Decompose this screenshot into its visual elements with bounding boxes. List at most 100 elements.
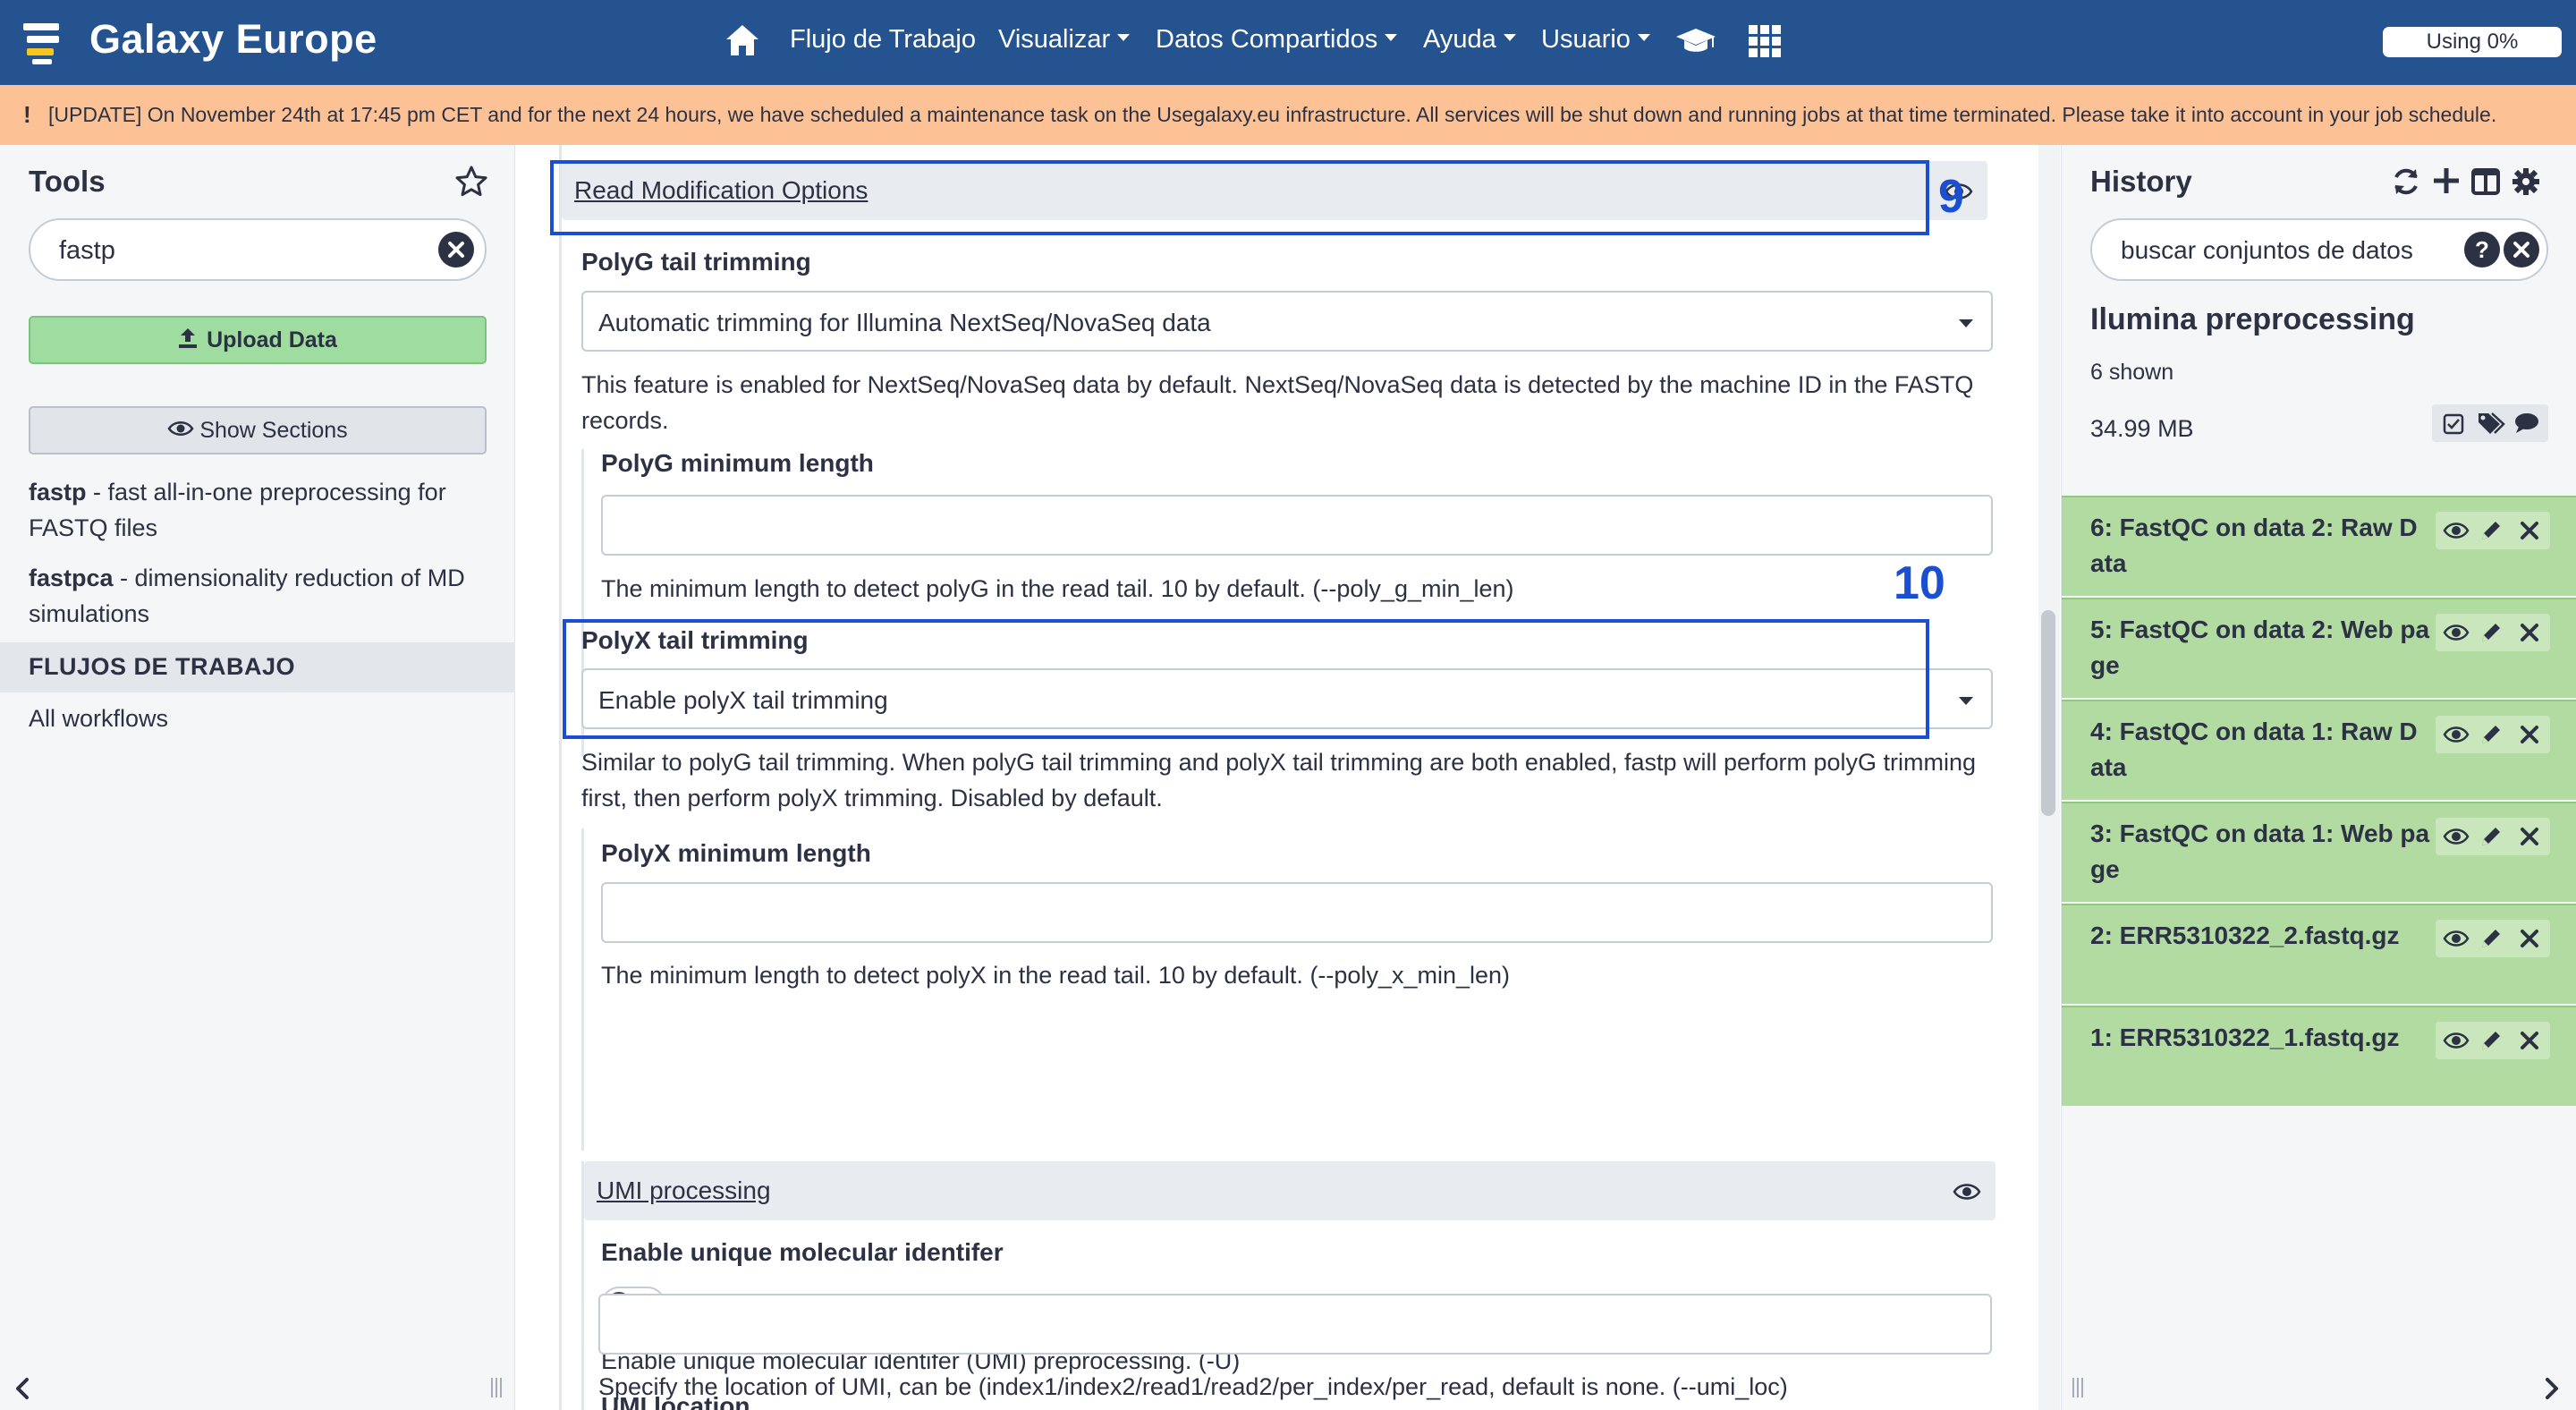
polyx-trimming-help: Similar to polyG tail trimming. When pol… — [581, 749, 1977, 811]
annotation-box-9 — [550, 160, 1929, 235]
dataset-title[interactable]: 5: FastQC on data 2: Web page — [2090, 612, 2430, 684]
annotation-number-9: 9 — [1938, 171, 1964, 223]
all-workflows-link[interactable]: All workflows — [29, 705, 168, 733]
history-search-input[interactable]: buscar conjuntos de datos ? — [2090, 218, 2548, 281]
show-sections-button[interactable]: Show Sections — [29, 406, 487, 454]
nav-workflow[interactable]: Flujo de Trabajo — [790, 25, 976, 55]
polyg-min-length-help: The minimum length to detect polyG in th… — [601, 575, 1514, 602]
help-icon[interactable]: ? — [2464, 232, 2500, 268]
history-name[interactable]: Ilumina preprocessing — [2090, 302, 2415, 337]
delete-icon[interactable] — [2518, 927, 2541, 950]
delete-icon[interactable] — [2518, 519, 2541, 542]
nav-shared-data[interactable]: Datos Compartidos — [1156, 25, 1398, 55]
tags-icon[interactable] — [2477, 412, 2505, 435]
dataset-title[interactable]: 3: FastQC on data 1: Web page — [2090, 816, 2430, 888]
annotation-number-10: 10 — [1894, 557, 1945, 609]
dataset-actions — [2436, 716, 2550, 753]
eye-icon[interactable] — [2443, 1031, 2470, 1050]
dataset-actions — [2436, 818, 2550, 855]
nav-visualize[interactable]: Visualizar — [998, 25, 1131, 55]
gear-icon[interactable] — [2511, 166, 2541, 197]
polyx-min-length-label: PolyX minimum length — [601, 839, 871, 867]
eye-icon[interactable] — [1953, 1182, 1981, 1202]
polyx-min-length-input[interactable] — [601, 882, 1993, 943]
pencil-icon[interactable] — [2479, 926, 2504, 951]
star-icon[interactable] — [454, 165, 488, 199]
tool-result-fastpca[interactable]: fastpca - dimensionality reduction of MD… — [29, 560, 494, 632]
delete-icon[interactable] — [2518, 825, 2541, 848]
delete-icon[interactable] — [2518, 1029, 2541, 1052]
eye-icon[interactable] — [2443, 929, 2470, 948]
dataset-actions — [2436, 1022, 2550, 1059]
drag-handle-icon[interactable] — [490, 1378, 503, 1397]
pencil-icon[interactable] — [2479, 620, 2504, 645]
drag-handle-icon[interactable] — [2072, 1378, 2084, 1397]
tool-panel: Tools fastp Upload Data Show Sections fa… — [0, 145, 515, 1410]
eye-icon[interactable] — [2443, 827, 2470, 846]
columns-icon[interactable] — [2471, 168, 2500, 195]
polyg-trimming-label: PolyG tail trimming — [581, 248, 811, 276]
select-checkbox-icon[interactable] — [2443, 413, 2464, 435]
chevron-down-icon — [1959, 697, 1973, 705]
dataset-actions — [2436, 512, 2550, 549]
dataset-title[interactable]: 4: FastQC on data 1: Raw Data — [2090, 714, 2430, 786]
collapse-left-icon[interactable] — [13, 1376, 32, 1401]
plus-icon[interactable] — [2432, 166, 2461, 195]
eye-icon — [167, 421, 194, 437]
annotation-box-10 — [563, 619, 1929, 739]
clear-search-icon[interactable] — [438, 232, 474, 268]
refresh-icon[interactable] — [2391, 166, 2421, 197]
comment-icon[interactable] — [2514, 412, 2539, 434]
nav-user[interactable]: Usuario — [1541, 25, 1650, 55]
quota-meter[interactable]: Using 0% — [2383, 27, 2562, 57]
workflows-section-header: FLUJOS DE TRABAJO — [0, 642, 515, 692]
history-shown-count: 6 shown — [2090, 360, 2174, 385]
brand-title[interactable]: Galaxy Europe — [89, 16, 377, 63]
delete-icon[interactable] — [2518, 723, 2541, 746]
history-dataset-item[interactable]: 4: FastQC on data 1: Raw Data — [2062, 700, 2576, 800]
eye-icon[interactable] — [2443, 521, 2470, 540]
tool-search-input[interactable]: fastp — [29, 218, 487, 281]
polyg-min-length-label: PolyG minimum length — [601, 449, 874, 477]
home-icon[interactable] — [724, 23, 760, 57]
history-panel: History buscar conjuntos de datos ? Ilum… — [2061, 145, 2576, 1410]
history-title: History — [2090, 165, 2192, 198]
history-dataset-item[interactable]: 6: FastQC on data 2: Raw Data — [2062, 496, 2576, 596]
scrollbar-thumb[interactable] — [2041, 610, 2055, 816]
dataset-actions — [2436, 920, 2550, 957]
history-dataset-item[interactable]: 2: ERR5310322_2.fastq.gz — [2062, 904, 2576, 1004]
dataset-title[interactable]: 2: ERR5310322_2.fastq.gz — [2090, 918, 2430, 954]
apps-grid-icon[interactable] — [1749, 25, 1781, 57]
history-dataset-item[interactable]: 1: ERR5310322_1.fastq.gz — [2062, 1006, 2576, 1106]
top-navbar: Galaxy Europe Flujo de Trabajo Visualiza… — [0, 0, 2576, 85]
nav-help[interactable]: Ayuda — [1423, 25, 1516, 55]
pencil-icon[interactable] — [2479, 722, 2504, 747]
tool-result-fastp[interactable]: fastp - fast all-in-one preprocessing fo… — [29, 474, 494, 546]
polyg-trimming-select[interactable]: Automatic trimming for Illumina NextSeq/… — [581, 291, 1993, 352]
upload-data-button[interactable]: Upload Data — [29, 316, 487, 364]
warning-icon: ! — [23, 101, 31, 128]
section-umi-processing[interactable]: UMI processing — [584, 1161, 1996, 1220]
history-dataset-item[interactable]: 3: FastQC on data 1: Web page — [2062, 802, 2576, 902]
history-actions — [2432, 404, 2548, 442]
eye-icon[interactable] — [2443, 725, 2470, 744]
banner-message: [UPDATE] On November 24th at 17:45 pm CE… — [48, 103, 2497, 126]
galaxy-logo[interactable] — [23, 21, 64, 66]
pencil-icon[interactable] — [2479, 824, 2504, 849]
collapse-right-icon[interactable] — [2542, 1376, 2562, 1401]
polyg-min-length-input[interactable] — [601, 495, 1993, 556]
polyg-trimming-help: This feature is enabled for NextSeq/Nova… — [581, 371, 1974, 434]
pencil-icon[interactable] — [2479, 1028, 2504, 1053]
polyx-conditional-block: PolyX minimum length The minimum length … — [581, 828, 1995, 1151]
form-column: Read Modification Options PolyG tail tri… — [559, 145, 1996, 1410]
umi-location-input[interactable] — [598, 1294, 1992, 1355]
pencil-icon[interactable] — [2479, 518, 2504, 543]
chevron-down-icon — [1959, 319, 1973, 327]
delete-icon[interactable] — [2518, 621, 2541, 644]
dataset-title[interactable]: 6: FastQC on data 2: Raw Data — [2090, 510, 2430, 582]
dataset-title[interactable]: 1: ERR5310322_1.fastq.gz — [2090, 1020, 2430, 1056]
history-dataset-item[interactable]: 5: FastQC on data 2: Web page — [2062, 598, 2576, 698]
eye-icon[interactable] — [2443, 623, 2470, 642]
graduation-cap-icon[interactable] — [1674, 27, 1717, 55]
clear-search-icon[interactable] — [2504, 232, 2539, 268]
